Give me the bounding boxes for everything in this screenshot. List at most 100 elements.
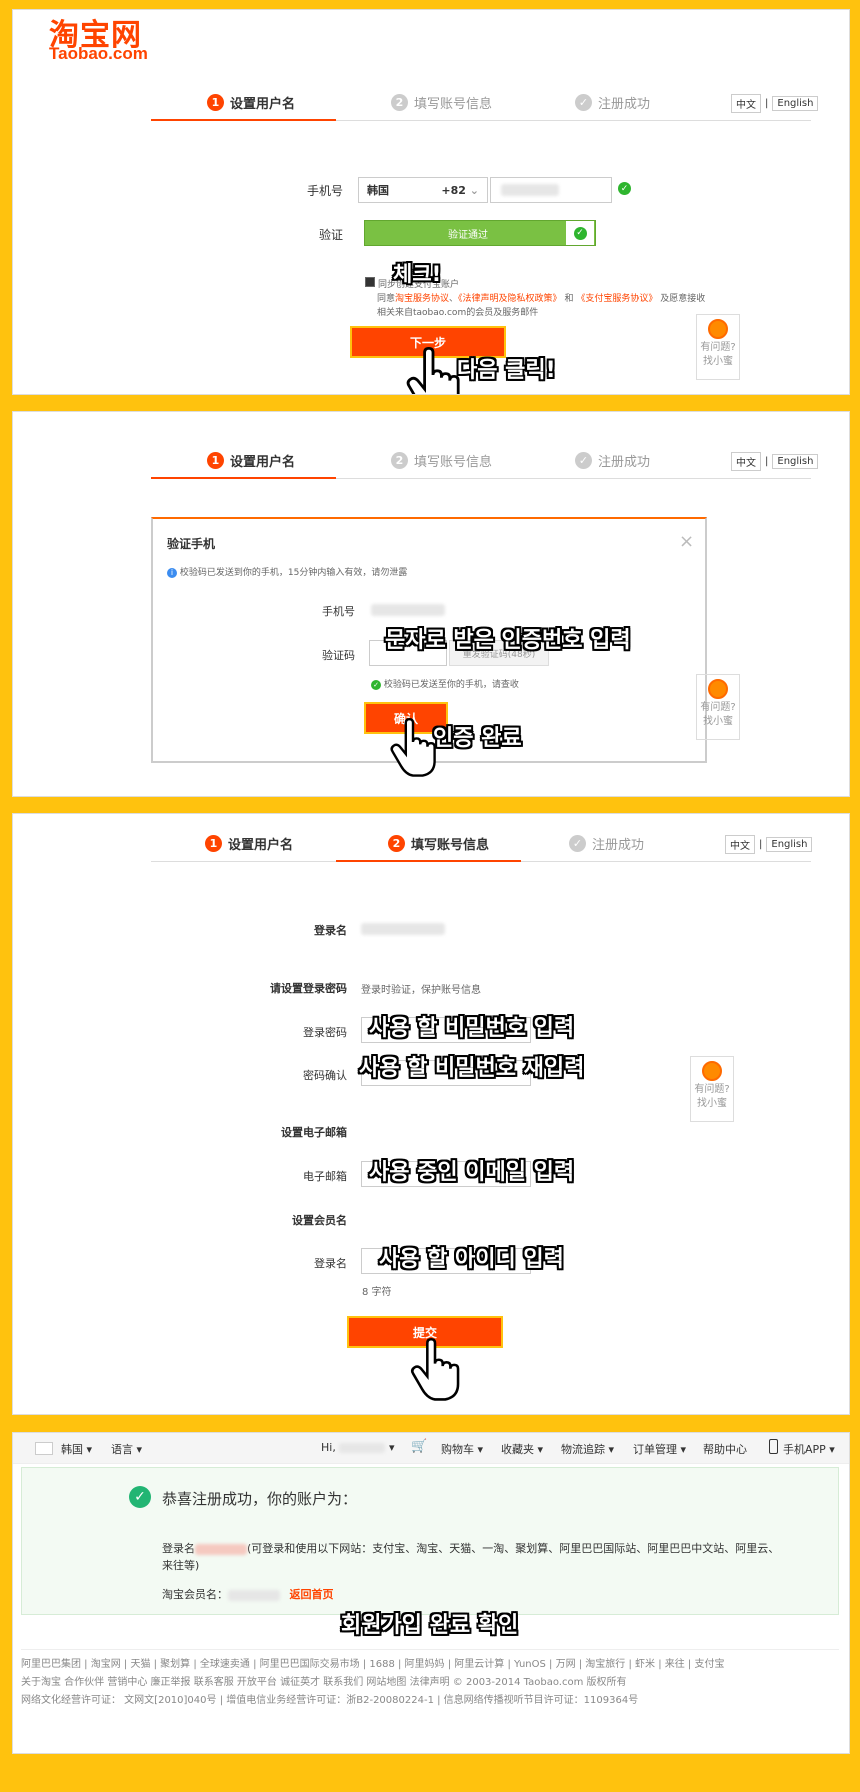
help-widget[interactable]: 有问题? 找小蜜 — [696, 674, 740, 740]
step-active-underline — [151, 119, 336, 121]
annotation-password: 사용 할 비밀번호 입력 — [369, 1016, 575, 1041]
nav-country[interactable]: 韩国 ▾ — [61, 1441, 92, 1457]
annotation-verify-done: 인증 완료 — [433, 726, 522, 751]
set-member-name-label: 设置会员名 — [292, 1214, 347, 1227]
login-name-blurred — [361, 923, 445, 935]
language-switch: 中文 | English — [725, 835, 813, 854]
panel-register-step1: 淘宝网 Taobao.com 1 设置用户名 2 填写账号信息 ✓ 注册成功 中文 | E… — [12, 9, 850, 395]
nav-orders[interactable]: 订单管理 ▾ — [633, 1441, 686, 1457]
check-icon: ✓ — [371, 680, 381, 690]
login-name-info: 登录名 (可登录和使用以下网站：支付宝、淘宝、天猫、一淘、聚划算、阿里巴巴国际站、… — [162, 1542, 780, 1572]
annotation-input-code: 문자로 받은 인증번호 입력 — [385, 628, 631, 653]
step-1: 1 设置用户名 — [205, 834, 293, 853]
assistant-avatar-icon — [702, 1061, 722, 1081]
annotation-register-done: 회원가입 완료 확인 — [341, 1613, 519, 1638]
nav-language[interactable]: 语言 ▾ — [111, 1441, 142, 1457]
lang-zh-button[interactable]: 中文 — [725, 835, 755, 854]
assistant-avatar-icon — [708, 319, 728, 339]
success-check-icon: ✓ — [129, 1486, 151, 1508]
send-notice: i 校验码已发送到你的手机，15分钟内输入有效，请勿泄露 — [167, 565, 407, 578]
annotation-next: 다음 클릭! — [457, 358, 556, 383]
nav-favorites[interactable]: 收藏夹 ▾ — [501, 1441, 543, 1457]
member-name-label: 登录名 — [314, 1257, 347, 1270]
panel-account-info: 1 设置用户名 2 填写账号信息 ✓ 注册成功 中文 | English 登录名 请设置登… — [12, 813, 850, 1415]
taobao-logo-en: Taobao.com — [49, 44, 148, 63]
verify-slider[interactable]: 验证通过 — [364, 220, 596, 246]
member-name-blurred — [228, 1589, 280, 1601]
annotation-check: 체크! — [393, 262, 442, 286]
nav-cart[interactable]: 购物车 ▾ — [441, 1441, 483, 1457]
help-widget[interactable]: 有问题? 找小蜜 — [690, 1056, 734, 1122]
nav-user-chevron[interactable]: ▾ — [389, 1441, 395, 1454]
annotation-email: 사용 중인 이메일 입력 — [369, 1160, 575, 1185]
dialog-title: 验证手机 — [167, 537, 216, 551]
phone-label: 手机号 — [306, 184, 343, 198]
phone-valid-icon: ✓ — [618, 182, 631, 195]
login-name-blurred — [195, 1543, 247, 1555]
step-2: 2 填写账号信息 — [388, 834, 489, 853]
footer-license: 网络文化经营许可证： 文网文[2010]040号 | 增值电信业务经营许可证：浙… — [21, 1695, 639, 1706]
success-box: ✓ 恭喜注册成功，你的账户为： 登录名 (可登录和使用以下网站：支付宝、淘宝、天猫… — [21, 1467, 839, 1615]
nav-mobile-app[interactable]: 手机APP ▾ — [783, 1441, 835, 1457]
step-1: 1 设置用户名 — [207, 451, 295, 470]
info-icon: i — [167, 568, 177, 578]
top-nav-bar: 韩国 ▾ 语言 ▾ Hi, ▾ 🛒 购物车 ▾ 收藏夹 ▾ 物流追踪 ▾ 订单管… — [13, 1433, 849, 1464]
back-home-link[interactable]: 返回首页 — [290, 1588, 334, 1601]
step-active-underline — [151, 477, 336, 479]
cart-icon: 🛒 — [411, 1439, 428, 1454]
lang-en-button[interactable]: English — [772, 96, 819, 111]
chevron-down-icon: ⌄ — [469, 183, 479, 197]
password-hint: 登录时验证，保护账号信息 — [361, 985, 481, 996]
phone-number-blurred — [371, 604, 445, 616]
step-3: ✓ 注册成功 — [569, 834, 644, 853]
confirm-password-label: 密码确认 — [303, 1069, 347, 1082]
nav-logistics[interactable]: 物流追踪 ▾ — [561, 1441, 614, 1457]
footer-links-1[interactable]: 阿里巴巴集团 | 淘宝网 | 天猫 | 聚划算 | 全球速卖通 | 阿里巴巴国际… — [21, 1655, 724, 1670]
step-1: 1 设置用户名 — [207, 93, 295, 112]
check-icon: ✓ — [575, 94, 592, 111]
page: { "colors": {"background":"#ffc20e","acc… — [0, 0, 860, 1792]
success-title: 恭喜注册成功，你的账户为： — [162, 1490, 358, 1508]
lang-zh-button[interactable]: 中文 — [731, 452, 761, 471]
check-icon: ✓ — [575, 452, 592, 469]
alipay-service-link[interactable]: 《支付宝服务协议》 — [576, 294, 657, 304]
email-label: 电子邮箱 — [303, 1170, 347, 1183]
lang-zh-button[interactable]: 中文 — [731, 94, 761, 113]
verify-label: 验证 — [318, 228, 343, 242]
step-2: 2 填写账号信息 — [391, 451, 492, 470]
code-label: 验证码 — [322, 649, 355, 662]
panel-verify-phone: 1 设置用户名 2 填写账号信息 ✓ 注册成功 中文 | English 验证手机 × i… — [12, 411, 850, 797]
alipay-checkbox[interactable] — [365, 277, 375, 287]
footer-divider — [21, 1649, 839, 1650]
privacy-link[interactable]: 《法律声明及隐私权政策》 — [458, 294, 562, 304]
agree-email-text: 相关来自taobao.com的会员及服务邮件 — [377, 308, 539, 318]
check-icon: ✓ — [569, 835, 586, 852]
lang-en-button[interactable]: English — [766, 837, 813, 852]
nav-hi: Hi, — [321, 1441, 336, 1454]
nav-help[interactable]: 帮助中心 — [703, 1441, 747, 1457]
country-select[interactable]: 韩国 +82 ⌄ — [358, 177, 488, 203]
help-widget[interactable]: 有问题? 找小蜜 — [696, 314, 740, 380]
login-name-label: 登录名 — [314, 924, 347, 937]
step-3: ✓ 注册成功 — [575, 451, 650, 470]
char-count: 8 字符 — [362, 1287, 392, 1298]
korea-flag-icon — [35, 1442, 53, 1455]
taobao-service-link[interactable]: 淘宝服务协议 — [395, 294, 449, 304]
set-email-label: 设置电子邮箱 — [281, 1126, 347, 1139]
mobile-icon — [769, 1439, 778, 1454]
verify-handle[interactable]: ✓ — [566, 221, 594, 245]
footer-links-2[interactable]: 关于淘宝 合作伙伴 营销中心 廉正举报 联系客服 开放平台 诚征英才 联系我们 … — [21, 1673, 626, 1688]
username-blurred[interactable] — [339, 1443, 385, 1453]
annotation-password-confirm: 사용 할 비밀번호 재입력 — [359, 1056, 585, 1081]
lang-en-button[interactable]: English — [772, 454, 819, 469]
check-icon: ✓ — [573, 226, 587, 240]
login-password-label: 登录密码 — [303, 1026, 347, 1039]
phone-number-blurred — [501, 184, 559, 196]
dialog-phone-label: 手机号 — [322, 605, 355, 618]
close-icon[interactable]: × — [679, 531, 694, 552]
assistant-avatar-icon — [708, 679, 728, 699]
language-switch: 中文 | English — [731, 94, 819, 113]
step-3: ✓ 注册成功 — [575, 93, 650, 112]
code-sent-notice: ✓ 校验码已发送至你的手机，请查收 — [371, 677, 519, 690]
member-name-info: 淘宝会员名： 返回首页 — [162, 1588, 334, 1601]
